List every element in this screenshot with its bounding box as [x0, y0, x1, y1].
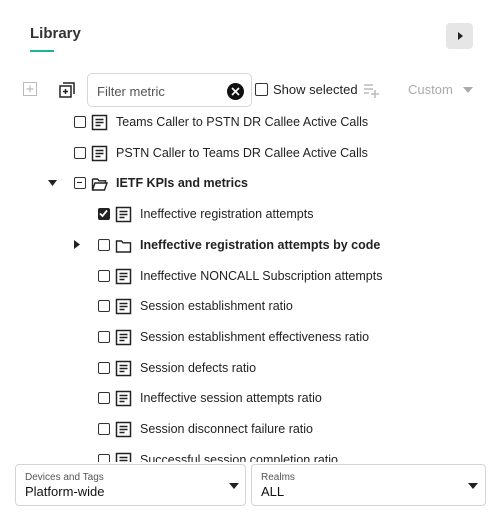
- caret-down-icon[interactable]: [47, 178, 57, 188]
- tree-row[interactable]: PSTN Caller to Teams DR Callee Active Ca…: [0, 138, 493, 168]
- row-checkbox[interactable]: [98, 330, 110, 343]
- tree-row[interactable]: Teams Caller to PSTN DR Callee Active Ca…: [0, 107, 493, 137]
- add-to-list-icon[interactable]: [362, 81, 380, 99]
- metric-tree: Teams Caller to PSTN DR Callee Active Ca…: [0, 107, 493, 462]
- row-label: Teams Caller to PSTN DR Callee Active Ca…: [116, 115, 369, 129]
- row-label: PSTN Caller to Teams DR Callee Active Ca…: [116, 145, 368, 160]
- realms-caption: Realms: [261, 472, 295, 483]
- metric-doc-icon: [91, 114, 108, 131]
- multi-collapse-icon[interactable]: [57, 80, 77, 100]
- tree-row[interactable]: Ineffective NONCALL Subscription attempt…: [0, 261, 493, 291]
- row-label: Session disconnect failure ratio: [140, 422, 314, 436]
- metric-doc-icon: [115, 452, 132, 462]
- metric-doc-icon: [115, 298, 132, 315]
- devices-and-tags-select[interactable]: Devices and Tags Platform-wide: [15, 464, 246, 506]
- metric-doc-icon: [115, 421, 132, 438]
- tree-row[interactable]: Ineffective registration attempts: [0, 199, 493, 229]
- row-label: Session defects ratio: [140, 360, 257, 375]
- row-label: Successful session completion ratio: [140, 452, 339, 462]
- caret-down-icon: [229, 483, 239, 489]
- row-checkbox[interactable]: [98, 300, 110, 313]
- row-label: Ineffective NONCALL Subscription attempt…: [140, 268, 383, 283]
- row-checkbox[interactable]: [98, 238, 110, 251]
- tree-row[interactable]: Ineffective session attempts ratio: [0, 383, 493, 413]
- clear-filter-icon[interactable]: [227, 83, 244, 100]
- library-title: Library: [30, 25, 81, 42]
- caret-down-icon: [462, 86, 473, 93]
- row-label: Ineffective session attempts ratio: [140, 391, 322, 406]
- row-label: Ineffective registration attempts by cod…: [140, 237, 381, 252]
- custom-label: Custom: [408, 82, 453, 97]
- expand-all-icon[interactable]: [22, 81, 38, 97]
- show-selected-checkbox[interactable]: [255, 83, 268, 96]
- row-checkbox[interactable]: [98, 392, 110, 405]
- metric-doc-icon: [91, 145, 108, 161]
- folder-open-icon: [91, 178, 108, 192]
- row-checkbox[interactable]: [74, 177, 86, 190]
- row-label: Session establishment effectiveness rati…: [140, 329, 370, 344]
- metric-doc-icon: [115, 268, 132, 284]
- title-underline: [30, 50, 54, 52]
- row-checkbox[interactable]: [98, 269, 110, 282]
- caret-right-icon[interactable]: [72, 240, 82, 250]
- filter-metric-input[interactable]: [97, 82, 221, 100]
- row-checkbox[interactable]: [98, 361, 110, 374]
- row-label: Ineffective registration attempts: [140, 207, 314, 222]
- library-toolbar: Show selected Custom: [0, 72, 493, 108]
- realms-value: ALL: [261, 484, 285, 499]
- metric-doc-icon: [115, 360, 132, 376]
- show-selected-toggle[interactable]: Show selected: [255, 82, 358, 97]
- tree-row[interactable]: Session establishment effectiveness rati…: [0, 322, 493, 352]
- metric-doc-icon: [115, 329, 132, 346]
- row-label: Session establishment ratio: [140, 299, 293, 314]
- metric-doc-icon: [115, 391, 132, 407]
- devices-caption: Devices and Tags: [25, 472, 104, 483]
- caret-down-icon: [468, 483, 478, 489]
- row-checkbox[interactable]: [98, 423, 110, 435]
- row-label: IETF KPIs and metrics: [116, 176, 248, 191]
- folder-icon: [115, 240, 132, 253]
- show-selected-label: Show selected: [273, 82, 358, 97]
- row-checkbox[interactable]: [74, 116, 86, 128]
- custom-select[interactable]: Custom: [408, 82, 473, 97]
- tree-row[interactable]: Session disconnect failure ratio: [0, 414, 493, 444]
- row-checkbox[interactable]: [98, 453, 110, 462]
- row-checkbox[interactable]: [74, 146, 86, 159]
- metric-doc-icon: [115, 206, 132, 223]
- chevron-right-icon: [457, 32, 463, 40]
- realms-select[interactable]: Realms ALL: [251, 464, 486, 506]
- filter-metric-box: [87, 73, 252, 107]
- devices-value: Platform-wide: [25, 484, 105, 499]
- tree-row[interactable]: IETF KPIs and metrics: [0, 168, 493, 198]
- collapse-panel-button[interactable]: [446, 23, 473, 49]
- row-checkbox[interactable]: [98, 208, 110, 221]
- library-panel: Library Show selected Custom Teams Call: [0, 0, 493, 514]
- tree-row[interactable]: Session establishment ratio: [0, 291, 493, 321]
- tree-row[interactable]: Session defects ratio: [0, 353, 493, 383]
- tree-row[interactable]: Successful session completion ratio: [0, 445, 493, 462]
- tree-row[interactable]: Ineffective registration attempts by cod…: [0, 230, 493, 260]
